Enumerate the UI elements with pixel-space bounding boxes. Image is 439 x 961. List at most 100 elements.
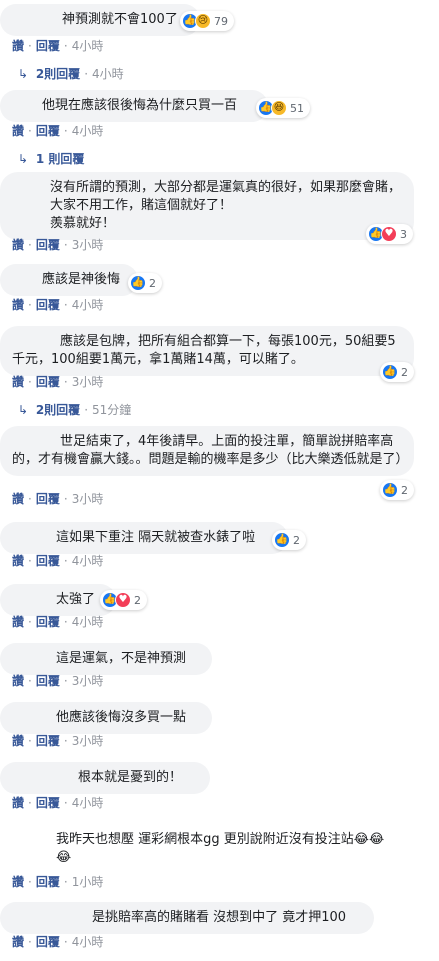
timestamp[interactable]: 4小時 [72, 935, 104, 949]
reply-link[interactable]: 回覆 [36, 298, 60, 312]
like-link[interactable]: 讚 [12, 734, 24, 748]
laugh-icon: 😆 [271, 100, 287, 116]
comment-text: 應該是神後悔 [0, 264, 138, 296]
comment-actions: 讚 · 回覆 · 4小時 [12, 298, 104, 312]
like-link[interactable]: 讚 [12, 124, 24, 138]
timestamp[interactable]: 4小時 [72, 554, 104, 568]
replies-time: 4小時 [92, 67, 124, 81]
reaction-count: 51 [290, 101, 304, 115]
comment-text: 根本就是憂到的！ [0, 762, 210, 794]
reply-link[interactable]: 回覆 [36, 39, 60, 53]
comment-text: 這是運氣，不是神預測 [0, 643, 212, 675]
replies-time: 51分鐘 [92, 403, 132, 417]
reaction-count: 2 [401, 483, 408, 497]
timestamp[interactable]: 4小時 [72, 615, 104, 629]
reaction-summary[interactable]: 👍 😆 51 [256, 98, 310, 118]
reply-link[interactable]: 回覆 [36, 734, 60, 748]
reply-link[interactable]: 回覆 [36, 375, 60, 389]
reaction-summary[interactable]: 👍 2 [272, 530, 306, 550]
timestamp[interactable]: 4小時 [72, 796, 104, 810]
view-replies[interactable]: ↳ 2則回覆 · 4小時 [18, 65, 124, 82]
comment-text: 神預測就不會100了 [0, 4, 200, 36]
comment-actions: 讚 · 回覆 · 3小時 [12, 492, 104, 506]
timestamp[interactable]: 4小時 [72, 39, 104, 53]
comment-text: 是挑賠率高的賭賭看 沒想到中了 竟才押100 [0, 902, 374, 934]
like-link[interactable]: 讚 [12, 298, 24, 312]
replies-count-link[interactable]: 2則回覆 [36, 403, 80, 417]
comment-text: 這如果下重注 隔天就被查水錶了啦 [0, 522, 288, 554]
like-link[interactable]: 讚 [12, 935, 24, 949]
comment-actions: 讚 · 回覆 · 4小時 [12, 39, 104, 53]
reply-link[interactable]: 回覆 [36, 615, 60, 629]
reply-link[interactable]: 回覆 [36, 238, 60, 252]
reply-link[interactable]: 回覆 [36, 124, 60, 138]
comment-actions: 讚 · 回覆 · 4小時 [12, 935, 104, 949]
comment-actions: 讚 · 回覆 · 4小時 [12, 615, 104, 629]
like-link[interactable]: 讚 [12, 492, 24, 506]
view-replies[interactable]: ↳ 1 則回覆 [18, 150, 84, 167]
comment-text: 太強了 [0, 584, 116, 616]
comment-text: 他現在應該很後悔為什麼只買一百 [0, 90, 268, 122]
reaction-count: 79 [214, 14, 228, 28]
like-link[interactable]: 讚 [12, 554, 24, 568]
reaction-summary[interactable]: 👍 😢 79 [180, 11, 234, 31]
reply-arrow-icon: ↳ [18, 67, 29, 81]
reaction-summary[interactable]: 👍 2 [380, 480, 414, 500]
reaction-count: 3 [400, 227, 407, 241]
timestamp[interactable]: 3小時 [72, 734, 104, 748]
like-link[interactable]: 讚 [12, 674, 24, 688]
reaction-summary[interactable]: 👍 ♥ 2 [100, 590, 147, 610]
view-replies[interactable]: ↳ 2則回覆 · 51分鐘 [18, 401, 131, 418]
replies-count-link[interactable]: 2則回覆 [36, 67, 80, 81]
reaction-summary[interactable]: 👍 2 [380, 362, 414, 382]
comment-actions: 讚 · 回覆 · 3小時 [12, 674, 104, 688]
comment-text: 他應該後悔沒多買一點 [0, 702, 212, 734]
comment-actions: 讚 · 回覆 · 3小時 [12, 375, 104, 389]
reaction-summary[interactable]: 👍 ♥ 3 [366, 224, 413, 244]
timestamp[interactable]: 3小時 [72, 375, 104, 389]
comment-text: 應該是包牌，把所有組合都算一下，每張100元，50組要5千元，100組要1萬元，… [0, 326, 414, 376]
timestamp[interactable]: 3小時 [72, 238, 104, 252]
thumbs-up-icon: 👍 [382, 364, 398, 380]
reply-arrow-icon: ↳ [18, 403, 29, 417]
timestamp[interactable]: 4小時 [72, 298, 104, 312]
reaction-count: 2 [293, 533, 300, 547]
like-link[interactable]: 讚 [12, 796, 24, 810]
comment-actions: 讚 · 回覆 · 3小時 [12, 734, 104, 748]
reply-link[interactable]: 回覆 [36, 875, 60, 889]
sad-icon: 😢 [195, 13, 211, 29]
comment-actions: 讚 · 回覆 · 4小時 [12, 554, 104, 568]
replies-count-link[interactable]: 1 則回覆 [36, 152, 85, 166]
comment-actions: 讚 · 回覆 · 3小時 [12, 238, 104, 252]
comment-text: 我昨天也想壓 運彩網根本gg 更別說附近沒有投注站😂😂😂 [0, 824, 400, 874]
reaction-summary[interactable]: 👍 2 [128, 273, 162, 293]
reaction-count: 2 [149, 276, 156, 290]
like-link[interactable]: 讚 [12, 238, 24, 252]
reply-link[interactable]: 回覆 [36, 674, 60, 688]
thumbs-up-icon: 👍 [274, 532, 290, 548]
comment-text: 世足結束了，4年後請早。上面的投注單，簡單說拼賠率高的，才有機會贏大錢。。問題是… [0, 426, 414, 476]
like-link[interactable]: 讚 [12, 615, 24, 629]
comment-actions: 讚 · 回覆 · 4小時 [12, 796, 104, 810]
reply-link[interactable]: 回覆 [36, 935, 60, 949]
like-link[interactable]: 讚 [12, 39, 24, 53]
like-link[interactable]: 讚 [12, 875, 24, 889]
thumbs-up-icon: 👍 [130, 275, 146, 291]
timestamp[interactable]: 3小時 [72, 492, 104, 506]
timestamp[interactable]: 3小時 [72, 674, 104, 688]
reply-link[interactable]: 回覆 [36, 796, 60, 810]
timestamp[interactable]: 4小時 [72, 124, 104, 138]
reply-link[interactable]: 回覆 [36, 554, 60, 568]
comment-actions: 讚 · 回覆 · 4小時 [12, 124, 104, 138]
reply-arrow-icon: ↳ [18, 152, 29, 166]
timestamp[interactable]: 1小時 [72, 875, 104, 889]
heart-icon: ♥ [381, 226, 397, 242]
reply-link[interactable]: 回覆 [36, 492, 60, 506]
like-link[interactable]: 讚 [12, 375, 24, 389]
reaction-count: 2 [134, 593, 141, 607]
comment-text: 沒有所謂的預測，大部分都是運氣真的很好，如果那麼會賭，大家不用工作，賭這個就好了… [0, 172, 414, 240]
heart-icon: ♥ [115, 592, 131, 608]
thumbs-up-icon: 👍 [382, 482, 398, 498]
comment-actions: 讚 · 回覆 · 1小時 [12, 875, 104, 889]
reaction-count: 2 [401, 365, 408, 379]
